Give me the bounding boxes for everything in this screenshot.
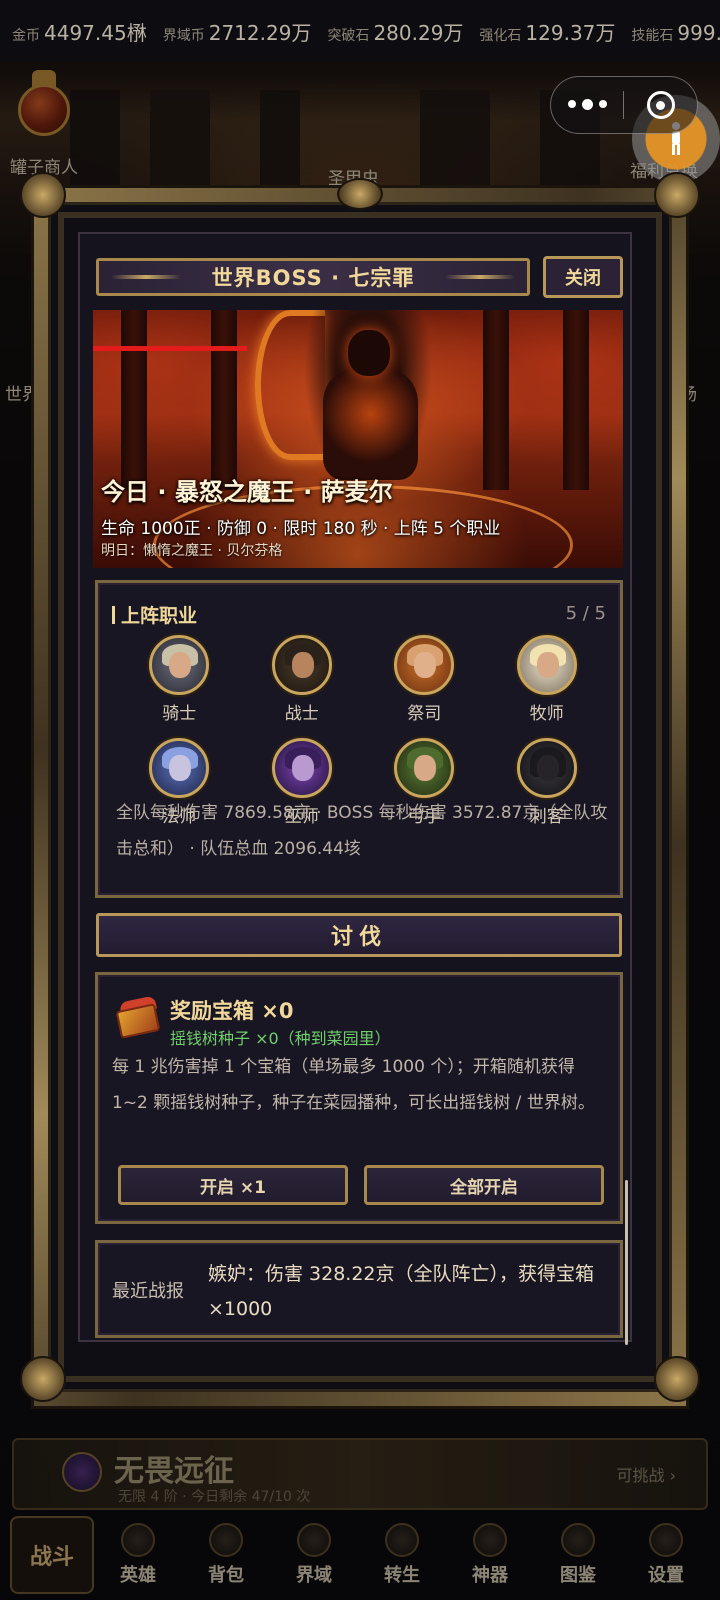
class-item-priest[interactable]: 祭司 [363, 635, 486, 724]
boss-banner: 今日 · 暴怒之魔王 · 萨麦尔 生命 1000正 · 防御 0 · 限时 18… [93, 310, 623, 568]
reward-panel: 奖励宝箱 ×0 摇钱树种子 ×0（种到菜园里） 每 1 兆伤害掉 1 个宝箱（单… [95, 972, 623, 1224]
currency-label: 界域币 [162, 27, 205, 44]
mage-avatar [149, 738, 210, 798]
warrior-avatar [271, 635, 332, 695]
boss-stats: 生命 1000正 · 防御 0 · 限时 180 秒 · 上阵 5 个职业 [101, 519, 501, 539]
currency-label: 突破石 [327, 27, 370, 44]
warlock-avatar [271, 738, 332, 798]
classes-panel: 上阵职业 5 / 5 骑士 战士 祭司 牧师 法师 巫师 弓手 刺客 全队每秒伤… [95, 580, 623, 898]
assassin-avatar [516, 738, 577, 798]
boss-tomorrow: 明日：懒惰之魔王 · 贝尔芬格 [101, 543, 283, 559]
currency-label: 强化石 [479, 27, 522, 44]
class-item-warrior[interactable]: 战士 [241, 635, 364, 724]
treasure-chest-icon [115, 995, 161, 1039]
classes-title-text: 上阵职业 [121, 605, 198, 627]
classes-count: 5 / 5 [565, 603, 606, 624]
team-summary: 全队每秒伤害 7869.58京 · BOSS 每秒伤害 3572.87京（全队攻… [116, 803, 608, 859]
header-ornament [445, 275, 515, 279]
cleric-avatar [516, 635, 577, 695]
pillar [563, 310, 589, 490]
modal-scrollbar[interactable] [625, 1180, 628, 1345]
attack-boss-button[interactable]: 讨伐 [96, 913, 622, 957]
currency-breakthrough-stone: 突破石 280.29万 [327, 17, 463, 46]
class-name: 战士 [284, 704, 319, 724]
currency-gold: 金币 4497.45㮊 [12, 17, 147, 46]
battle-report-text: 嫉妒：伤害 328.22京（全队阵亡），获得宝箱 ×1000 [208, 1263, 595, 1320]
currency-realm-coin: 界域币 2712.29万 [163, 17, 312, 46]
frame-corner-ornament [654, 172, 700, 218]
open-one-button[interactable]: 开启 ×1 [118, 1165, 348, 1205]
class-item-knight[interactable]: 骑士 [118, 635, 241, 724]
modal-title: 世界BOSS · 七宗罪 [211, 266, 415, 290]
miniprogram-capsule [550, 76, 698, 134]
close-button[interactable]: 关闭 [543, 256, 623, 298]
more-menu-icon[interactable] [551, 98, 623, 110]
open-all-button[interactable]: 全部开启 [364, 1165, 604, 1205]
currency-value: 4497.45㮊 [44, 20, 147, 45]
pillar [483, 310, 509, 490]
reward-description: 每 1 兆伤害掉 1 个宝箱（单场最多 1000 个）；开箱随机获得 1~2 颗… [112, 1057, 595, 1113]
exit-miniprogram-icon[interactable] [624, 91, 697, 119]
currency-value: 129.37万 [525, 20, 616, 45]
pillar [211, 310, 237, 490]
currency-enhance-stone: 强化石 129.37万 [479, 17, 615, 46]
archer-avatar [394, 738, 455, 798]
currency-label: 金币 [12, 27, 40, 44]
battle-report-panel: 最近战报 嫉妒：伤害 328.22京（全队阵亡），获得宝箱 ×1000 [95, 1240, 623, 1338]
reward-seed-count: 摇钱树种子 ×0（种到菜园里） [170, 1029, 391, 1048]
currency-label: 技能石 [631, 27, 674, 44]
knight-avatar [149, 635, 210, 695]
battle-report-label: 最近战报 [112, 1281, 184, 1302]
frame-corner-ornament [20, 1356, 66, 1402]
currency-value: 280.29万 [373, 20, 464, 45]
class-name: 骑士 [162, 704, 197, 724]
priest-avatar [394, 635, 455, 695]
class-item-cleric[interactable]: 牧师 [486, 635, 609, 724]
modal-header: 世界BOSS · 七宗罪 [96, 258, 530, 296]
currency-value: 2712.29万 [208, 20, 312, 45]
frame-corner-ornament [654, 1356, 700, 1402]
currency-value: 999.02万 [677, 20, 720, 45]
pillar [121, 310, 147, 490]
header-ornament [111, 275, 181, 279]
frame-corner-ornament [20, 172, 66, 218]
class-name: 祭司 [407, 704, 442, 724]
class-name: 牧师 [529, 704, 564, 724]
currency-bar: 金币 4497.45㮊 界域币 2712.29万 突破石 280.29万 强化石 129… [0, 0, 720, 62]
frame-top-ornament [337, 178, 383, 210]
classes-panel-title: 上阵职业 [112, 601, 197, 628]
boss-today-name: 今日 · 暴怒之魔王 · 萨麦尔 [101, 478, 393, 506]
currency-skill-stone: 技能石999.02万 [631, 17, 720, 46]
reward-chest-count: 奖励宝箱 ×0 [170, 999, 294, 1023]
boss-hp-bar [93, 346, 247, 351]
